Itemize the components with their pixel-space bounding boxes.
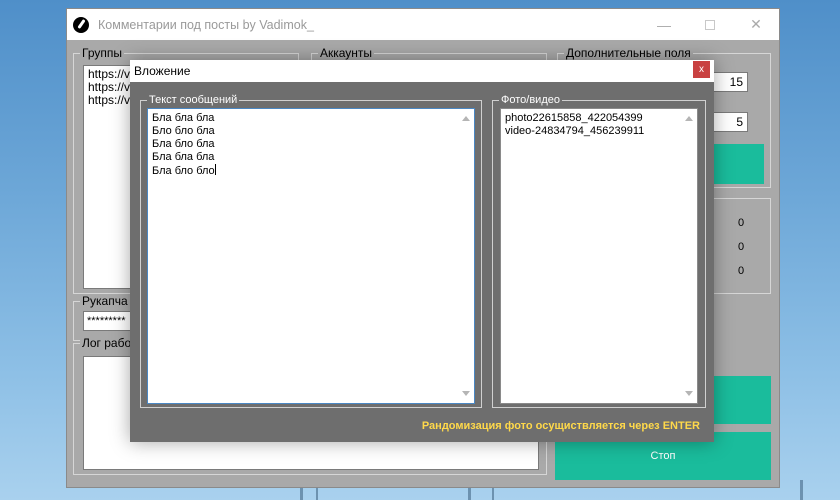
text-caret [214,164,216,175]
captcha-panel: Рукапча ********* [73,294,143,341]
main-titlebar[interactable]: Комментарии под посты by Vadimok_ — ✕ [67,9,779,40]
media-textarea[interactable]: photo22615858_422054399 video-24834794_4… [500,108,698,404]
scroll-up-arrow-icon[interactable] [685,116,693,121]
close-icon: x [699,64,704,75]
accounts-label: Аккаунты [318,46,375,60]
close-button[interactable]: ✕ [733,9,779,40]
maximize-button[interactable] [687,9,733,40]
messages-textarea[interactable]: Бла бла бла Бло бло бла Бла бло бла Бла … [147,108,475,404]
app-feather-icon [73,16,89,33]
window-controls: — ✕ [641,9,779,40]
window-title: Комментарии под посты by Vadimok_ [98,17,314,32]
scroll-up-arrow-icon[interactable] [462,116,470,121]
messages-panel: Текст сообщений Бла бла бла Бло бло бла … [140,94,482,408]
scroll-down-arrow-icon[interactable] [462,391,470,396]
scroll-down-arrow-icon[interactable] [685,391,693,396]
messages-label: Текст сообщений [147,94,240,106]
counter-3: 0 [738,265,745,277]
attachment-dialog: Вложение x Текст сообщений Бла бла бла Б… [130,60,714,442]
dialog-close-button[interactable]: x [693,61,710,78]
minimize-icon: — [657,16,671,33]
messages-text: Бла бла бла Бло бло бла Бла бло бла Бла … [152,112,216,177]
counter-2: 0 [738,241,745,253]
media-text: photo22615858_422054399 video-24834794_4… [505,112,645,137]
random-photo-hint: Рандомизация фото осущиствляется через E… [421,420,700,432]
extra-fields-label: Дополнительные поля [564,46,693,60]
groups-label: Группы [80,46,124,60]
minimize-button[interactable]: — [641,9,687,40]
log-label: Лог рабо [80,336,134,350]
close-icon: ✕ [750,16,762,32]
counter-1: 0 [738,217,745,229]
dialog-titlebar[interactable]: Вложение x [130,60,714,82]
dialog-title: Вложение [134,64,191,78]
media-panel: Фото/видео photo22615858_422054399 video… [492,94,706,408]
desktop-streak [492,486,494,500]
captcha-label: Рукапча [80,294,130,308]
maximize-icon [705,19,715,30]
media-label: Фото/видео [499,94,562,106]
desktop-streak [800,480,803,500]
